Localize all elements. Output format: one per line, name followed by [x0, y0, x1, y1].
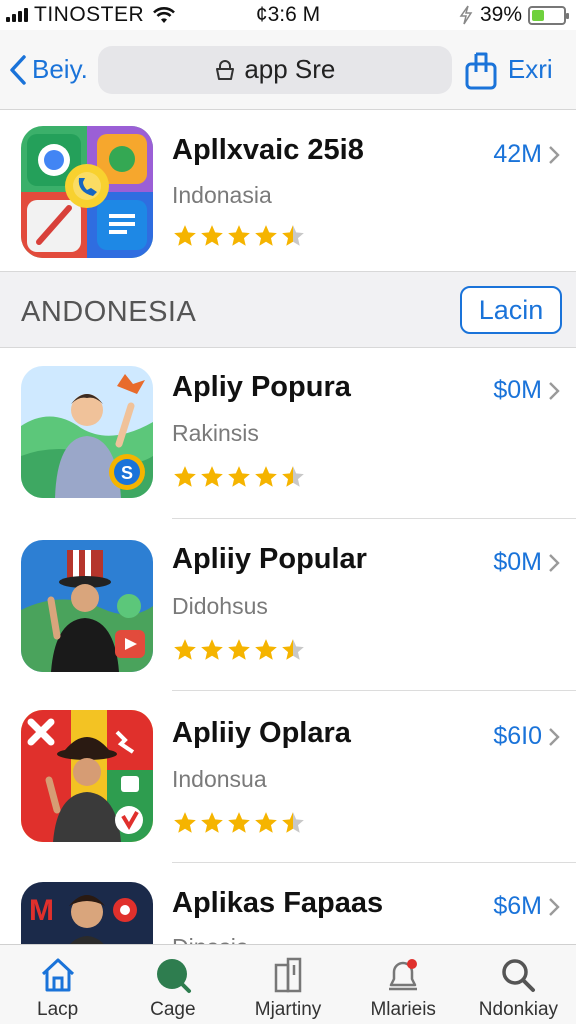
back-button[interactable]: Beiy.: [8, 54, 88, 86]
price-button[interactable]: $6M: [493, 892, 560, 921]
star-icon: [282, 812, 304, 833]
price-label: 42M: [493, 140, 542, 168]
tab-label: Cage: [150, 999, 196, 1020]
row-separator: [172, 862, 576, 863]
tab-label: Ndonkiay: [478, 999, 559, 1020]
chevron-right-icon: [549, 381, 560, 400]
status-bar: TINOSTER ¢3:6 M 39%: [0, 0, 576, 30]
price-button[interactable]: $6I0: [493, 722, 560, 751]
chevron-left-icon: [10, 54, 26, 85]
app-icon-2: [21, 540, 153, 672]
price-button[interactable]: 42M: [493, 140, 560, 169]
star-icon: [201, 466, 223, 487]
tab-cage[interactable]: Cage: [115, 945, 230, 1024]
search-icon: [502, 959, 536, 992]
star-icon: [201, 225, 223, 246]
star-rating: [172, 810, 306, 836]
star-icon: [255, 466, 277, 487]
share-icon[interactable]: [464, 50, 498, 90]
star-icon: [255, 812, 277, 833]
star-icon: [174, 466, 196, 487]
row-separator: [172, 518, 576, 519]
section-title: ANDONESIA: [21, 296, 197, 328]
app-subtitle: Indonasia: [172, 182, 272, 208]
signal-strength-icon: [6, 8, 28, 22]
lock-icon: [216, 59, 235, 80]
battery-icon: [528, 5, 569, 25]
star-icon: [282, 225, 304, 246]
app-name: Apllxvaic 25i8: [172, 134, 364, 166]
app-icon-1: S: [21, 366, 153, 498]
tab-label: Mlarieis: [370, 999, 436, 1020]
star-rating: [172, 464, 306, 490]
section-action-button[interactable]: Lacin: [460, 286, 562, 334]
chevron-right-icon: [549, 897, 560, 916]
star-icon: [174, 639, 196, 660]
star-icon: [228, 225, 250, 246]
star-icon: [228, 639, 250, 660]
star-icon: [282, 466, 304, 487]
tab-lacp[interactable]: Lacp: [0, 945, 115, 1024]
battery-percent: 39%: [479, 3, 522, 26]
carrier-name: TINOSTER: [34, 3, 145, 26]
star-icon: [228, 812, 250, 833]
star-icon: [228, 466, 250, 487]
tab-label: Lacp: [37, 999, 79, 1020]
tab-bar: Lacp Cage Mjartiny Mlarieis Ndonkiay: [0, 944, 576, 1024]
chevron-right-icon: [549, 145, 560, 164]
star-rating: [172, 637, 306, 663]
tab-mjartiny[interactable]: Mjartiny: [230, 945, 345, 1024]
star-icon: [282, 639, 304, 660]
price-label: $6M: [493, 892, 542, 920]
address-bar[interactable]: app Sre: [97, 45, 452, 94]
section-header: ANDONESIA Lacin: [0, 271, 576, 348]
charging-bolt-icon: [459, 5, 473, 25]
price-button[interactable]: $0M: [493, 376, 560, 405]
svg-text:M: M: [29, 894, 54, 927]
battery-level: [532, 9, 544, 21]
app-name: Apliy Popura: [172, 371, 351, 403]
app-subtitle: Indonsua: [172, 766, 267, 792]
row-separator: [172, 690, 576, 691]
star-icon: [174, 225, 196, 246]
app-name: Aplikas Fapaas: [172, 887, 384, 919]
address-text: app Sre: [244, 54, 336, 84]
books-icon: [274, 957, 302, 993]
wifi-icon: [153, 7, 176, 23]
star-rating: [172, 223, 306, 249]
back-label: Beiy.: [32, 54, 88, 84]
price-button[interactable]: $0M: [493, 548, 560, 577]
app-subtitle: Didohsus: [172, 593, 268, 619]
svg-text:S: S: [121, 463, 133, 483]
star-icon: [255, 225, 277, 246]
tab-mlarieis[interactable]: Mlarieis: [346, 945, 461, 1024]
star-icon: [255, 639, 277, 660]
app-name: Apliiy Oplara: [172, 717, 351, 749]
price-label: $0M: [493, 376, 542, 404]
price-label: $6I0: [493, 722, 542, 750]
star-icon: [201, 812, 223, 833]
chevron-right-icon: [549, 553, 560, 572]
exit-button[interactable]: Exri: [508, 54, 553, 85]
app-icon-3: [21, 710, 153, 842]
price-label: $0M: [493, 548, 542, 576]
star-icon: [174, 812, 196, 833]
app-subtitle: Rakinsis: [172, 420, 259, 446]
home-icon: [41, 958, 74, 992]
search-circle-icon: [156, 959, 191, 993]
navigation-bar: Beiy. app Sre Exri: [0, 30, 576, 110]
app-icon-featured: [21, 126, 153, 258]
app-name: Apliiy Popular: [172, 543, 367, 575]
tab-label: Mjartiny: [254, 999, 322, 1020]
chevron-right-icon: [549, 727, 560, 746]
bell-badge-icon: [389, 959, 418, 991]
star-icon: [201, 639, 223, 660]
tab-ndonkiay[interactable]: Ndonkiay: [461, 945, 576, 1024]
